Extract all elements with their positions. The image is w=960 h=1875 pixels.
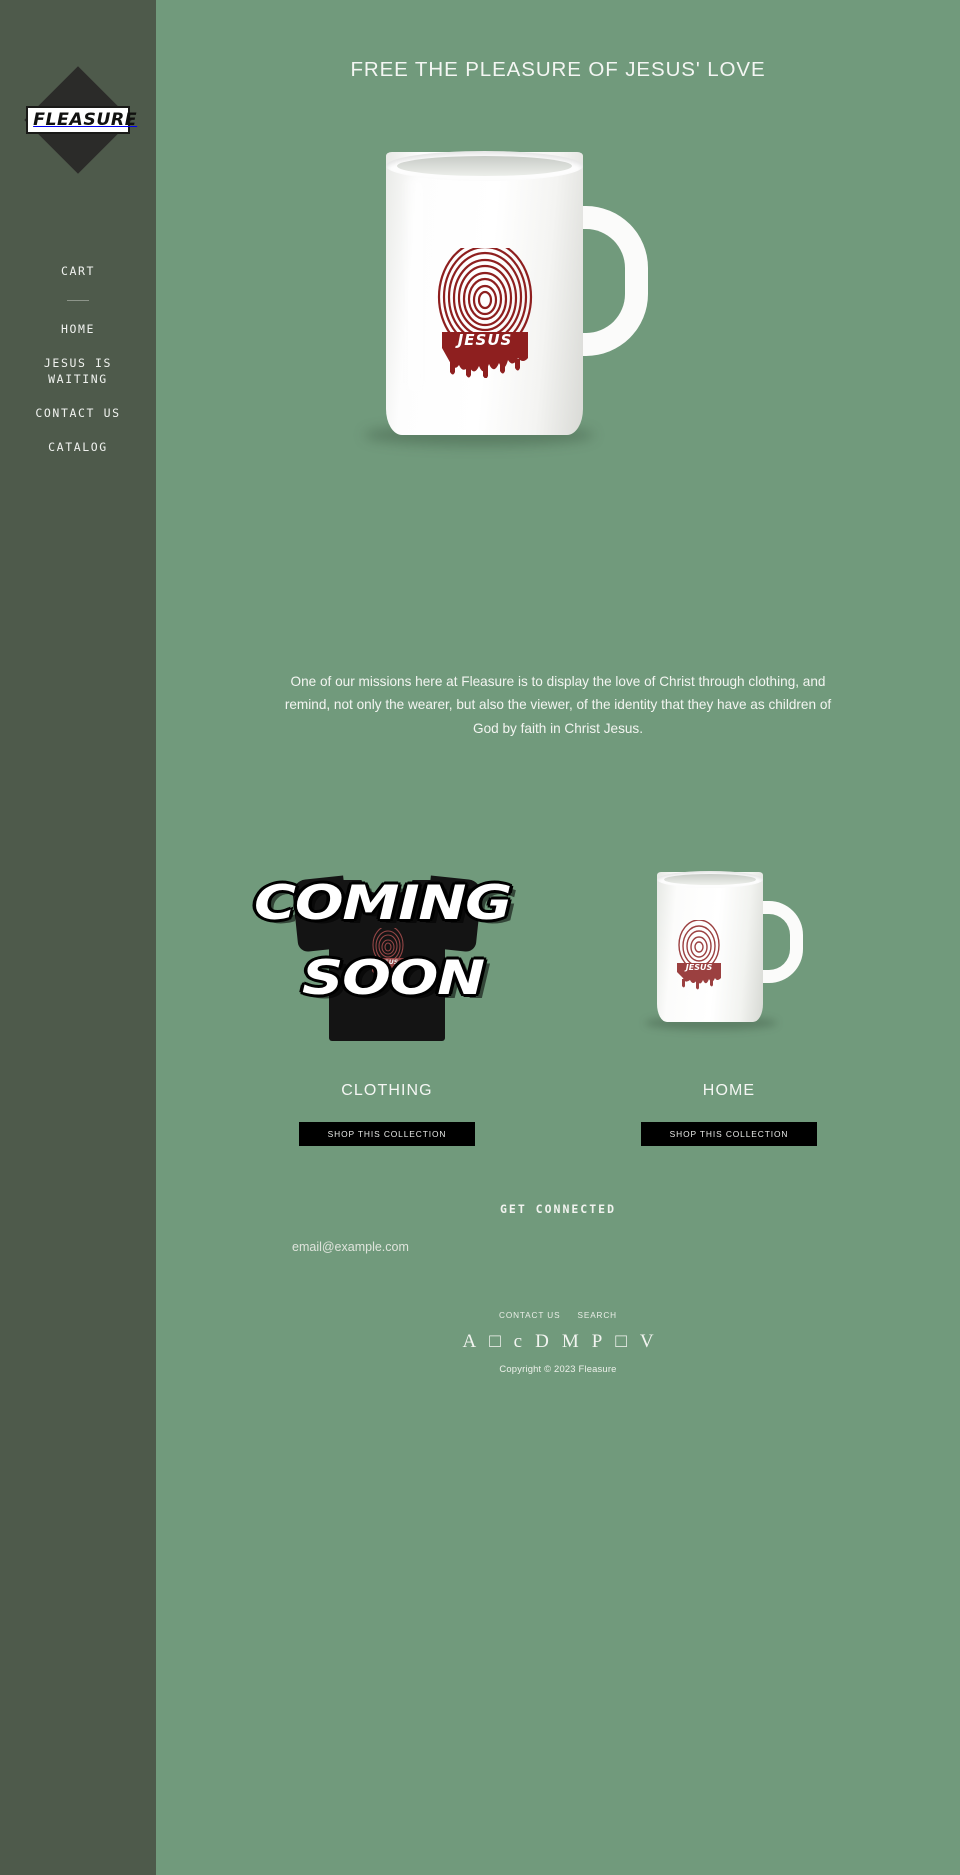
main-content: FREE THE PLEASURE OF JESUS' LOVE JESUS O… [156,0,960,1875]
mug-rim-inner [397,156,572,176]
mug-graphic-small: JESUS [643,871,815,1038]
logo-plate: FLEASURE [26,106,138,134]
visa-icon: V [639,1331,654,1353]
collection-card-clothing: JESUS COMING SOON CLOTHING SHOP THIS COL… [248,858,526,1147]
discover-icon: D [535,1331,549,1353]
mission-statement: One of our missions here at Fleasure is … [284,674,832,736]
sidebar-item-catalog[interactable]: CATALOG [18,439,138,456]
footer-links: CONTACT US SEARCH [499,1311,617,1320]
collection-card-home: JESUS HOME SHOP THIS COLLECTION [590,858,868,1147]
payment-methods: A □ c D M P □ V [462,1332,653,1351]
sidebar-item-home[interactable]: HOME [18,321,138,338]
logo-text: FLEASURE [33,110,138,130]
collection-list: JESUS COMING SOON CLOTHING SHOP THIS COL… [248,858,868,1147]
shop-collection-button-clothing[interactable]: SHOP THIS COLLECTION [299,1122,475,1147]
copyright-text: Copyright © 2023 Fleasure [499,1363,617,1375]
sidebar-item-contact-us[interactable]: CONTACT US [18,405,138,422]
mug-small-rim [657,871,763,889]
svg-text:JESUS: JESUS [376,959,399,966]
shop-pay-icon: □ [615,1331,627,1353]
collection-title-clothing: CLOTHING [341,1082,433,1100]
mastercard-icon: M [561,1331,579,1353]
page-title: FREE THE PLEASURE OF JESUS' LOVE [350,58,766,81]
tshirt-graphic: JESUS [291,866,483,1042]
shop-collection-button-home[interactable]: SHOP THIS COLLECTION [641,1122,817,1147]
mug-small-fingerprint-artwork: JESUS [673,920,725,990]
sidebar-item-cart[interactable]: CART [61,264,95,278]
brand-logo[interactable]: FLEASURE [20,62,138,178]
mug-small-rim-inner [664,874,756,886]
collection-image-clothing[interactable]: JESUS COMING SOON [248,858,526,1048]
mug-highlight [400,178,422,393]
footer-link-search[interactable]: SEARCH [577,1311,617,1320]
sidebar-divider [67,300,89,301]
footer-link-contact-us[interactable]: CONTACT US [499,1311,560,1320]
amex-icon: A [462,1331,477,1353]
newsletter-email-input[interactable] [248,1234,868,1262]
apple-pay-icon: □ [489,1331,501,1353]
paypal-icon: P [591,1331,603,1353]
sidebar: FLEASURE CART HOME JESUS IS WAITING CONT… [0,0,156,1875]
diners-club-icon: c [513,1331,523,1353]
hero-product-image[interactable]: JESUS [358,151,758,482]
svg-text:JESUS: JESUS [684,963,713,972]
tshirt-fingerprint-artwork: JESUS [369,928,407,979]
svg-text:JESUS: JESUS [455,331,513,349]
fingerprint-jesus-artwork: JESUS [436,248,534,378]
newsletter-section: GET CONNECTED [248,1202,868,1262]
sidebar-item-jesus-is-waiting[interactable]: JESUS IS WAITING [18,355,138,388]
newsletter-title: GET CONNECTED [499,1202,616,1217]
footer: CONTACT US SEARCH A □ c D M P □ V Copyri… [248,1311,868,1374]
mug-rim [386,151,583,181]
mug-body: JESUS [386,151,583,435]
collection-title-home: HOME [702,1082,756,1100]
sidebar-nav: HOME JESUS IS WAITING CONTACT US CATALOG [0,321,156,455]
collection-image-home[interactable]: JESUS [590,858,868,1048]
